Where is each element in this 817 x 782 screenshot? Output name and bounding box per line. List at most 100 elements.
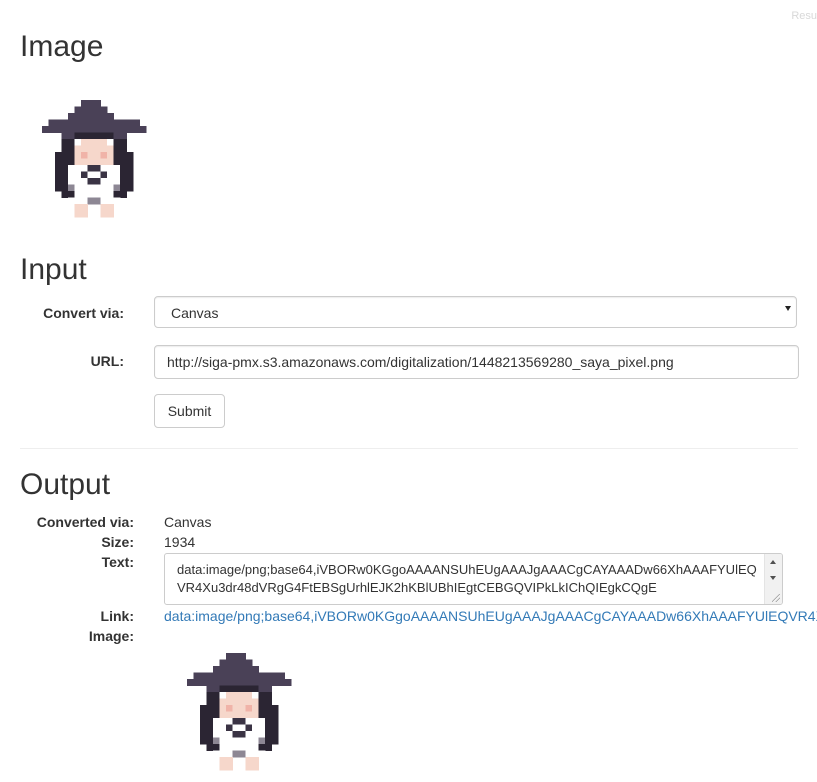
sprite-pixel: [239, 666, 246, 673]
sprite-pixel: [120, 145, 127, 153]
sprite-pixel: [94, 106, 101, 114]
sprite-pixel: [74, 178, 82, 185]
sprite-pixel: [258, 750, 266, 758]
sprite-pixel: [87, 126, 95, 133]
sprite-pixel: [265, 705, 272, 712]
sprite-pixel: [100, 126, 108, 133]
results-link[interactable]: Resu: [791, 10, 817, 22]
sprite-pixel: [258, 685, 266, 693]
sprite-pixel: [265, 679, 272, 686]
sprite-pixel: [120, 152, 127, 159]
sprite-pixel: [252, 750, 259, 758]
sprite-pixel: [206, 692, 214, 699]
sprite-pixel: [239, 731, 246, 738]
sprite-pixel: [226, 685, 233, 693]
url-input[interactable]: [154, 345, 799, 379]
sprite-pixel: [271, 672, 279, 680]
convert-via-select[interactable]: Canvas: [154, 296, 797, 328]
sprite-pixel: [81, 210, 88, 218]
size-value: 1934: [164, 534, 196, 550]
sprite-pixel: [226, 731, 233, 738]
sprite-pixel: [226, 737, 233, 745]
sprite-pixel: [81, 106, 88, 114]
sprite-pixel: [245, 737, 253, 745]
sprite-pixel: [61, 184, 69, 192]
sprite-pixel: [107, 171, 114, 179]
sprite-pixel: [226, 679, 233, 686]
sprite-pixel: [226, 711, 233, 719]
output-text-area[interactable]: data:image/png;base64,iVBORw0KGgoAAAANSU…: [164, 553, 783, 605]
sprite-pixel: [68, 158, 75, 166]
sprite-pixel: [219, 757, 227, 764]
sprite-pixel: [265, 711, 272, 719]
chevron-down-icon: [785, 306, 791, 311]
scroll-up-icon[interactable]: [770, 560, 776, 564]
link-label: Link:: [100, 608, 134, 624]
sprite-pixel: [87, 139, 95, 146]
sprite-pixel: [81, 178, 88, 185]
submit-button[interactable]: Submit: [154, 394, 225, 428]
sprite-pixel: [61, 191, 69, 198]
sprite-pixel: [100, 113, 108, 120]
sprite-pixel: [107, 191, 114, 198]
sprite-pixel: [100, 197, 108, 205]
sprite-pixel: [265, 731, 272, 738]
sprite-pixel: [219, 718, 227, 725]
sprite-pixel: [245, 718, 253, 725]
sprite-pixel: [74, 145, 82, 153]
sprite-pixel: [68, 197, 75, 205]
sprite-pixel: [258, 672, 266, 680]
sprite-pixel: [61, 171, 69, 179]
sprite-pixel: [271, 718, 279, 725]
sprite-pixel: [68, 191, 75, 198]
sprite-pixel: [113, 139, 121, 146]
sprite-pixel: [206, 679, 214, 686]
size-label: Size:: [101, 534, 134, 550]
sprite-pixel: [100, 165, 108, 172]
sprite-pixel: [232, 692, 240, 699]
sprite-pixel: [200, 737, 207, 745]
sprite-pixel: [81, 113, 88, 120]
sprite-pixel: [74, 191, 82, 198]
text-area-scrollbar[interactable]: [764, 554, 782, 604]
sprite-pixel: [94, 145, 101, 153]
sprite-pixel: [107, 184, 114, 192]
sprite-pixel: [87, 106, 95, 114]
sprite-pixel: [213, 744, 220, 751]
sprite-pixel: [81, 158, 88, 166]
sprite-pixel: [74, 126, 82, 133]
sprite-pixel: [107, 152, 114, 159]
output-data-link[interactable]: data:image/png;base64,iVBORw0KGgoAAAANSU…: [164, 606, 817, 626]
sprite-pixel: [55, 178, 62, 185]
scroll-down-icon[interactable]: [770, 576, 776, 580]
source-pixel-image: [42, 96, 148, 224]
sprite-pixel: [100, 178, 108, 185]
sprite-pixel: [213, 705, 220, 712]
sprite-pixel: [278, 679, 285, 686]
sprite-pixel: [120, 126, 127, 133]
sprite-pixel: [239, 692, 246, 699]
sprite-pixel: [258, 731, 266, 738]
sprite-pixel: [232, 666, 240, 673]
sprite-pixel: [193, 672, 201, 680]
sprite-pixel: [120, 158, 127, 166]
sprite-pixel: [68, 171, 75, 179]
sprite-pixel: [219, 698, 227, 706]
sprite-pixel: [48, 126, 56, 133]
convert-via-label: Convert via:: [43, 305, 124, 321]
sprite-pixel: [120, 184, 127, 192]
sprite-pixel: [239, 698, 246, 706]
resize-grip-icon[interactable]: [772, 594, 780, 602]
sprite-pixel: [265, 685, 272, 693]
sprite-pixel: [206, 685, 214, 693]
sprite-pixel: [239, 744, 246, 751]
sprite-pixel: [206, 718, 214, 725]
sprite-pixel: [81, 184, 88, 192]
sprite-pixel: [239, 659, 246, 667]
sprite-pixel: [61, 178, 69, 185]
sprite-pixel: [94, 132, 101, 140]
sprite-pixel: [100, 152, 108, 159]
sprite-pixel: [126, 171, 134, 179]
sprite-pixel: [245, 763, 253, 771]
sprite-pixel: [206, 737, 214, 745]
